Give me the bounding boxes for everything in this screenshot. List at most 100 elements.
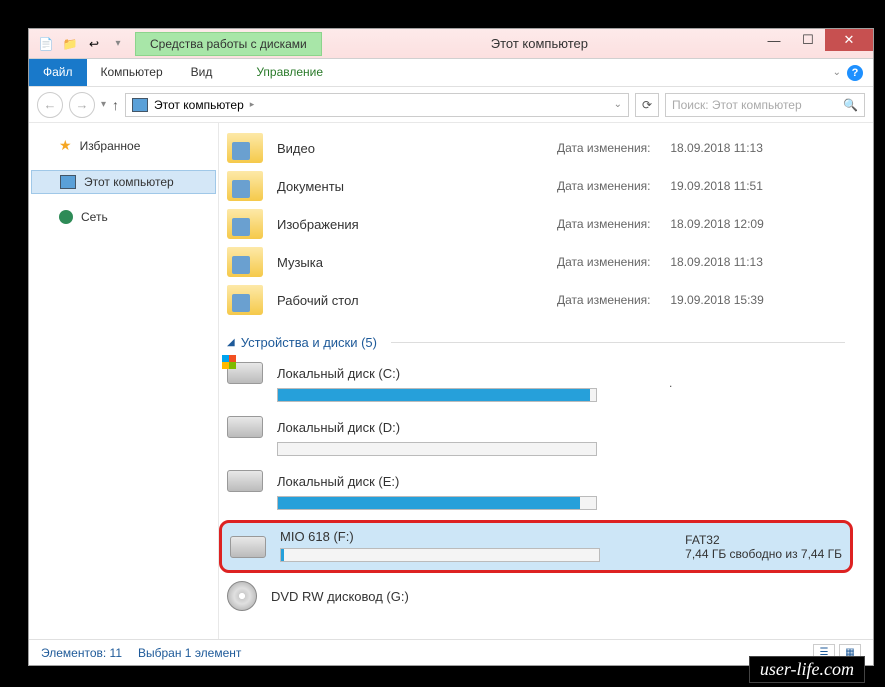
maximize-button[interactable]: ☐ (791, 29, 825, 51)
capacity-bar (277, 388, 597, 402)
drive-icon (227, 362, 263, 384)
folder-meta-value: 18.09.2018 11:13 (670, 255, 763, 269)
folder-meta-value: 18.09.2018 12:09 (670, 217, 763, 231)
help-icon[interactable]: ? (847, 65, 863, 81)
content-pane: Видео Дата изменения: 18.09.2018 11:13 Д… (219, 123, 873, 639)
window-controls: — ☐ ✕ (757, 29, 873, 58)
history-dropdown-icon[interactable]: ▾ (101, 99, 106, 110)
folder-meta-label: Дата изменения: (557, 141, 667, 155)
up-button[interactable]: ↑ (112, 97, 119, 113)
drive-icon (230, 536, 266, 558)
status-bar: Элементов: 11 Выбран 1 элемент ☰ ▦ (29, 639, 873, 665)
folder-name: Видео (277, 141, 557, 156)
folder-meta-label: Дата изменения: (557, 179, 667, 193)
address-bar[interactable]: Этот компьютер ▸ ⌄ (125, 93, 629, 117)
sidebar-item-network[interactable]: Сеть (29, 206, 218, 228)
drive-name: Локальный диск (D:) (277, 420, 400, 435)
capacity-bar-fill (281, 549, 284, 561)
drive-row[interactable]: Локальный диск (C:) . (219, 358, 853, 408)
drive-row[interactable]: Локальный диск (E:) (219, 466, 853, 516)
drive-row[interactable]: Локальный диск (D:) (219, 412, 853, 462)
star-icon: ★ (59, 137, 72, 154)
folder-row[interactable]: Видео Дата изменения: 18.09.2018 11:13 (219, 129, 853, 167)
qat-dropdown-icon[interactable]: ▾ (109, 35, 127, 53)
close-button[interactable]: ✕ (825, 29, 873, 51)
folder-name: Документы (277, 179, 557, 194)
devices-section-header[interactable]: ◢ Устройства и диски (5) (219, 319, 853, 358)
capacity-bar (277, 442, 597, 456)
ribbon-tabs: Файл Компьютер Вид Управление ⌄ ? (29, 59, 873, 87)
help-area: ⌄ ? (833, 59, 873, 86)
folder-row[interactable]: Рабочий стол Дата изменения: 19.09.2018 … (219, 281, 853, 319)
folder-meta: Дата изменения: 19.09.2018 15:39 (557, 293, 764, 307)
folder-row[interactable]: Изображения Дата изменения: 18.09.2018 1… (219, 205, 853, 243)
folder-meta-value: 19.09.2018 11:51 (670, 179, 763, 193)
breadcrumb-separator-icon[interactable]: ▸ (250, 99, 255, 110)
sidebar-item-favorites[interactable]: ★ Избранное (29, 133, 218, 158)
folder-meta-label: Дата изменения: (557, 217, 667, 231)
drive-name: MIO 618 (F:) (280, 529, 600, 544)
address-location: Этот компьютер (154, 98, 244, 112)
sidebar-label-network: Сеть (81, 210, 108, 224)
drive-free-space: 7,44 ГБ свободно из 7,44 ГБ (685, 547, 842, 561)
folder-name: Музыка (277, 255, 557, 270)
folder-meta: Дата изменения: 19.09.2018 11:51 (557, 179, 763, 193)
folder-icon (227, 285, 263, 315)
drive-name: Локальный диск (E:) (277, 474, 399, 489)
ribbon-context-tab-label: Средства работы с дисками (135, 32, 322, 56)
devices-header-text: Устройства и диски (5) (241, 335, 377, 350)
search-placeholder: Поиск: Этот компьютер (672, 98, 802, 112)
drive-filesystem: FAT32 (685, 533, 842, 547)
drive-name: Локальный диск (C:) (277, 366, 400, 381)
sidebar-label-this-pc: Этот компьютер (84, 175, 174, 189)
quick-access-toolbar: 📄 📁 ↩ ▾ (29, 35, 135, 53)
computer-icon (60, 175, 76, 189)
tab-computer[interactable]: Компьютер (87, 59, 177, 86)
folder-meta: Дата изменения: 18.09.2018 11:13 (557, 255, 763, 269)
pc-icon (132, 98, 148, 112)
folder-name: Рабочий стол (277, 293, 557, 308)
capacity-bar (280, 548, 600, 562)
drive-icon (227, 416, 263, 438)
status-selection: Выбран 1 элемент (138, 646, 241, 660)
drive-row-selected[interactable]: MIO 618 (F:) FAT32 7,44 ГБ свободно из 7… (219, 520, 853, 573)
sidebar-label-favorites: Избранное (80, 139, 141, 153)
refresh-button[interactable]: ⟳ (635, 93, 659, 117)
dvd-icon (227, 581, 257, 611)
folder-icon (227, 133, 263, 163)
minimize-button[interactable]: — (757, 29, 791, 51)
properties-icon[interactable]: 📄 (37, 35, 55, 53)
back-button[interactable]: ← (37, 92, 63, 118)
folder-row[interactable]: Документы Дата изменения: 19.09.2018 11:… (219, 167, 853, 205)
address-bar-row: ← → ▾ ↑ Этот компьютер ▸ ⌄ ⟳ Поиск: Этот… (29, 87, 873, 123)
body: ★ Избранное Этот компьютер Сеть Видео Да… (29, 123, 873, 639)
window-title: Этот компьютер (322, 36, 757, 51)
watermark: user-life.com (749, 656, 865, 683)
folder-meta: Дата изменения: 18.09.2018 11:13 (557, 141, 763, 155)
drive-icon (227, 470, 263, 492)
drive-details: FAT32 7,44 ГБ свободно из 7,44 ГБ (685, 533, 842, 561)
sidebar-item-this-pc[interactable]: Этот компьютер (31, 170, 216, 194)
folder-icon (227, 171, 263, 201)
forward-button[interactable]: → (69, 92, 95, 118)
undo-icon[interactable]: ↩ (85, 35, 103, 53)
folder-icon (227, 209, 263, 239)
folder-meta-value: 19.09.2018 15:39 (670, 293, 763, 307)
tab-view[interactable]: Вид (177, 59, 227, 86)
drive-row[interactable]: DVD RW дисковод (G:) (219, 577, 853, 615)
folder-meta-value: 18.09.2018 11:13 (670, 141, 763, 155)
navigation-pane: ★ Избранное Этот компьютер Сеть (29, 123, 219, 639)
address-dropdown-icon[interactable]: ⌄ (614, 99, 622, 110)
search-icon: 🔍 (843, 98, 858, 112)
new-folder-icon[interactable]: 📁 (61, 35, 79, 53)
folder-meta: Дата изменения: 18.09.2018 12:09 (557, 217, 764, 231)
network-icon (59, 210, 73, 224)
tab-file[interactable]: Файл (29, 59, 87, 86)
folder-row[interactable]: Музыка Дата изменения: 18.09.2018 11:13 (219, 243, 853, 281)
capacity-bar (277, 496, 597, 510)
tab-manage[interactable]: Управление (226, 59, 353, 86)
folder-meta-label: Дата изменения: (557, 293, 667, 307)
search-input[interactable]: Поиск: Этот компьютер 🔍 (665, 93, 865, 117)
folder-meta-label: Дата изменения: (557, 255, 667, 269)
ribbon-collapse-icon[interactable]: ⌄ (833, 67, 841, 78)
